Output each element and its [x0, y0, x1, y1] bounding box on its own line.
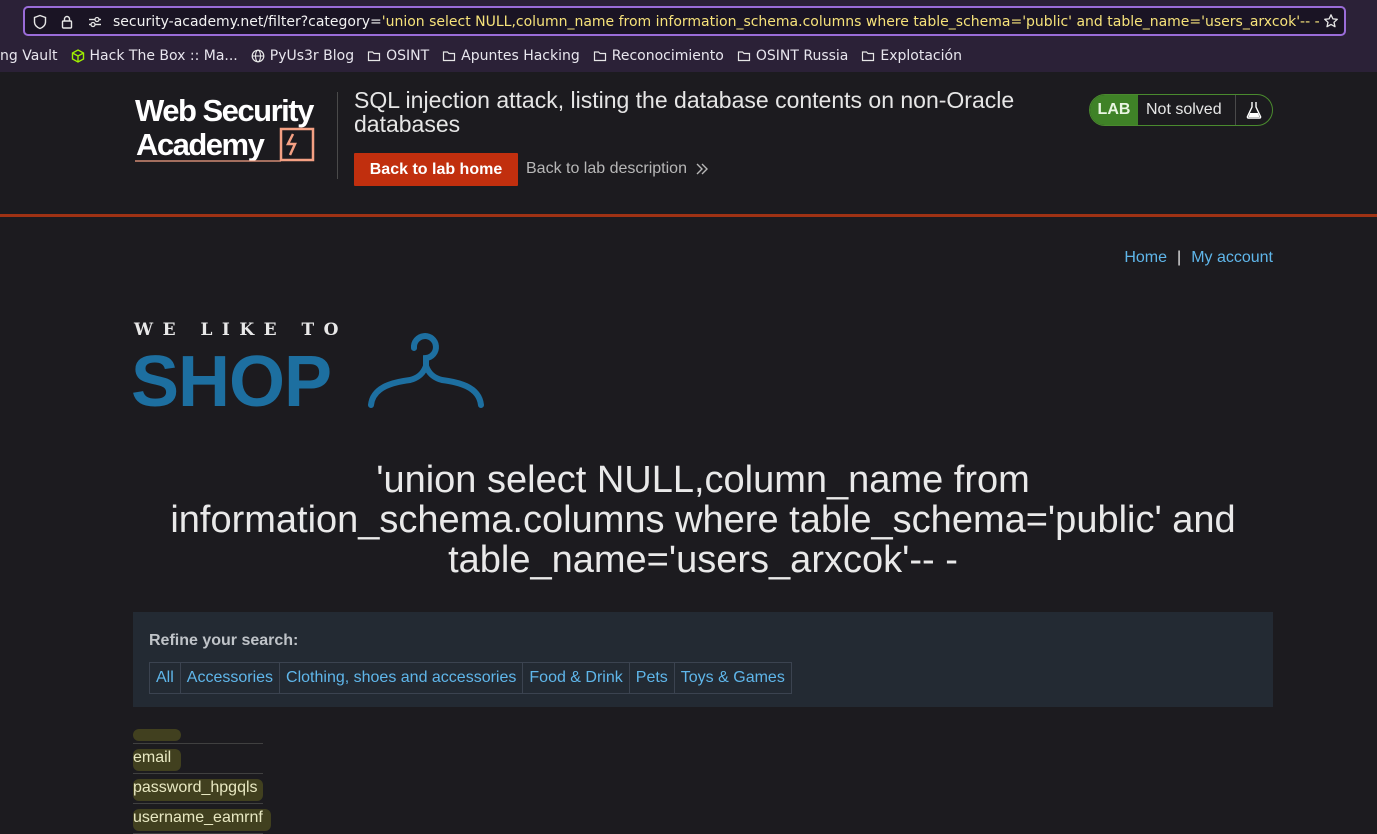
- account-nav: Home | My account: [1124, 249, 1273, 267]
- shop-logo-tagline: WE LIKE TO: [133, 320, 348, 340]
- back-to-lab-description-link[interactable]: Back to lab description: [526, 160, 709, 178]
- bookmark-explotacion[interactable]: Explotación: [861, 48, 962, 64]
- result-text: password_hpgqls: [133, 779, 258, 796]
- filter-pets[interactable]: Pets: [628, 662, 675, 694]
- result-text: username_eamrnf: [133, 809, 263, 826]
- filter-all[interactable]: All: [149, 662, 181, 694]
- filter-accessories[interactable]: Accessories: [179, 662, 281, 694]
- bookmark-reconocimiento[interactable]: Reconocimiento: [593, 48, 724, 64]
- header-divider: [337, 92, 338, 179]
- back-to-lab-description-label: Back to lab description: [526, 160, 687, 177]
- web-security-academy-logo[interactable]: Web Security Academy: [135, 92, 335, 164]
- bookmark-vault[interactable]: ng Vault: [0, 48, 58, 64]
- folder-icon: [443, 51, 456, 62]
- refine-label: Refine your search:: [149, 632, 299, 649]
- bookmark-osint[interactable]: OSINT: [367, 48, 429, 64]
- shop-logo-word: SHOP: [133, 342, 331, 413]
- list-item: email: [133, 744, 263, 774]
- lock-icon[interactable]: [59, 14, 75, 30]
- category-filters: All Accessories Clothing, shoes and acce…: [149, 662, 1257, 694]
- browser-toolbar: security-academy.net/filter?category='un…: [0, 0, 1377, 72]
- search-heading: 'union select NULL,column_name from info…: [170, 459, 1236, 581]
- bookmark-hackthebox[interactable]: Hack The Box :: Ma...: [71, 48, 238, 64]
- cube-icon: [71, 49, 84, 63]
- folder-icon: [862, 51, 875, 62]
- folder-icon: [367, 51, 381, 62]
- folder-icon: [737, 51, 750, 62]
- filter-toys-games[interactable]: Toys & Games: [673, 662, 792, 694]
- list-item: username_eamrnf: [133, 804, 271, 834]
- back-to-lab-home-button[interactable]: Back to lab home: [354, 153, 518, 186]
- filter-clothing[interactable]: Clothing, shoes and accessories: [279, 662, 524, 694]
- results-list: email password_hpgqls username_eamrnf: [133, 729, 271, 834]
- lab-status-text: Not solved: [1146, 101, 1222, 118]
- list-item: [133, 729, 263, 744]
- address-bar[interactable]: security-academy.net/filter?category='un…: [23, 6, 1346, 36]
- lab-header: Web Security Academy SQL injection attac…: [0, 72, 1377, 217]
- hanger-icon: [368, 333, 484, 408]
- refine-search-panel: Refine your search: All Accessories Clot…: [133, 612, 1273, 707]
- globe-icon: [251, 49, 265, 63]
- lab-badge: LAB: [1090, 95, 1138, 125]
- result-text: email: [133, 749, 172, 766]
- lab-title: SQL injection attack, listing the databa…: [354, 87, 1015, 137]
- filter-food-drink[interactable]: Food & Drink: [522, 662, 630, 694]
- my-account-link[interactable]: My account: [1191, 249, 1273, 267]
- url-text[interactable]: security-academy.net/filter?category='un…: [113, 14, 1320, 30]
- folder-icon: [593, 51, 606, 62]
- logo-line2: Academy: [136, 127, 266, 162]
- url-prefix: security-academy.net/filter?category=: [113, 14, 382, 30]
- nav-separator: |: [1177, 249, 1182, 266]
- bookmark-osint-russia[interactable]: OSINT Russia: [737, 48, 848, 64]
- shield-icon[interactable]: [32, 14, 48, 30]
- home-link[interactable]: Home: [1124, 249, 1167, 267]
- bookmark-apuntes-hacking[interactable]: Apuntes Hacking: [442, 48, 580, 64]
- url-query: 'union select NULL,column_name from info…: [381, 14, 1320, 30]
- bookmark-pyus3r-blog[interactable]: PyUs3r Blog: [251, 48, 354, 64]
- bookmarks-bar: ng Vault Hack The Box :: Ma... PyUs3r Bl…: [0, 44, 975, 68]
- star-icon[interactable]: [1323, 13, 1339, 29]
- we-like-to-shop-logo: WE LIKE TO SHOP: [133, 320, 484, 413]
- lab-status-widget: LAB Not solved: [1089, 94, 1273, 126]
- double-chevron-right-icon: [696, 163, 708, 175]
- flask-icon: [1235, 95, 1272, 125]
- site-permissions-icon[interactable]: [87, 14, 103, 30]
- logo-line1: Web Security: [135, 93, 315, 128]
- list-item: password_hpgqls: [133, 774, 263, 804]
